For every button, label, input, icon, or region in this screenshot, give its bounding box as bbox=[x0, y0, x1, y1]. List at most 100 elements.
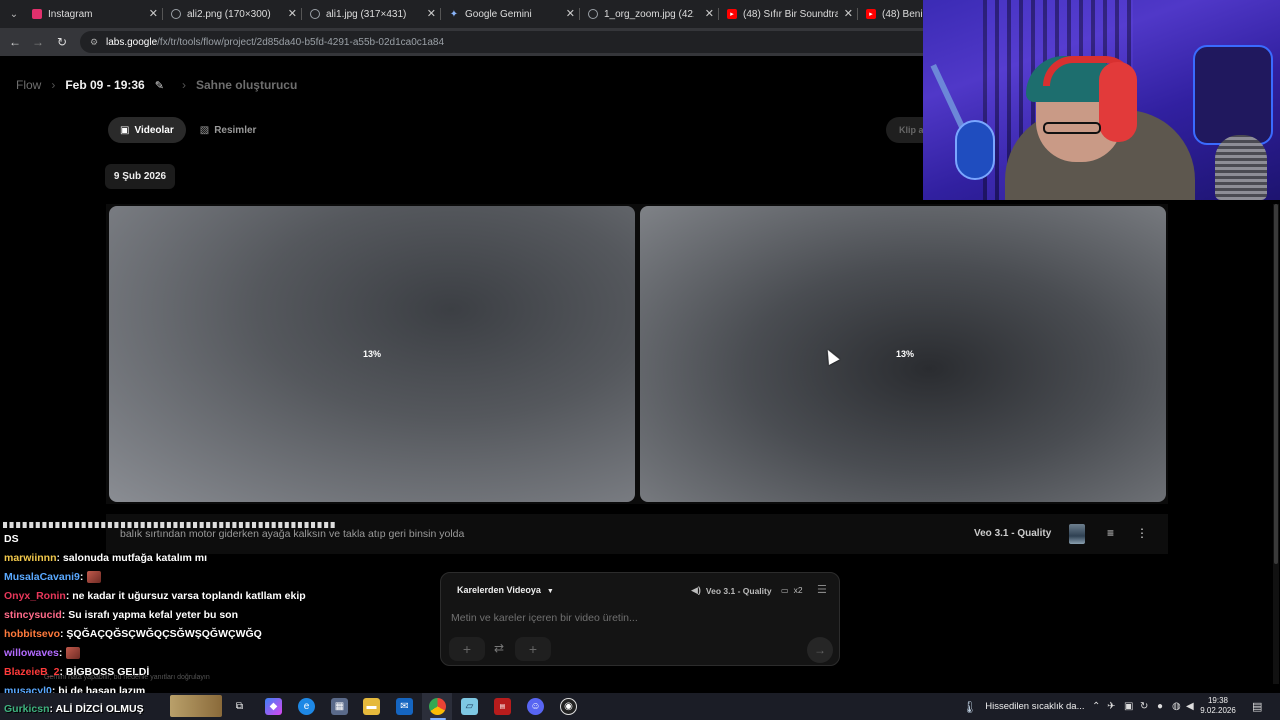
tab-youtube-soundtrack[interactable]: ▸ (48) Sıfır Bir Soundtrack - ✕ bbox=[719, 0, 857, 28]
globe-icon bbox=[588, 9, 598, 19]
send-button[interactable]: → bbox=[807, 637, 833, 663]
caret-down-icon: ▼ bbox=[546, 588, 554, 595]
project-title[interactable]: Feb 09 - 19:36 bbox=[65, 78, 144, 92]
tab-title: ali1.jpg (317×431) bbox=[326, 8, 407, 20]
task-view-icon[interactable]: ⧉ bbox=[231, 698, 248, 715]
breadcrumb: Flow › Feb 09 - 19:36 ✎ › Sahne oluşturu… bbox=[16, 78, 297, 92]
chat-message: Onyx_Ronin : ne kadar it uğursuz varsa t… bbox=[4, 590, 306, 602]
close-tab-icon[interactable]: ✕ bbox=[149, 7, 158, 20]
chat-username: DS bbox=[4, 533, 19, 545]
notes-icon[interactable]: ▱ bbox=[461, 698, 478, 715]
microphone-tray-icon[interactable]: ● bbox=[1157, 701, 1163, 712]
prompt-input[interactable] bbox=[451, 609, 821, 627]
scrollbar-thumb[interactable] bbox=[1274, 204, 1278, 564]
breadcrumb-scene-builder[interactable]: Sahne oluşturucu bbox=[196, 78, 297, 92]
swap-frames-icon[interactable]: ⇄ bbox=[494, 641, 504, 655]
close-tab-icon[interactable]: ✕ bbox=[427, 7, 436, 20]
chat-text: : bbox=[79, 571, 84, 583]
mode-dropdown[interactable]: Karelerden Videoya ▼ bbox=[457, 585, 554, 595]
reference-frame-thumbnail[interactable] bbox=[1069, 524, 1085, 544]
voicemeeter-icon[interactable]: ▤ bbox=[494, 698, 511, 715]
tab-title: ali2.png (170×300) bbox=[187, 8, 271, 20]
progress-percent: 13% bbox=[895, 349, 914, 359]
close-tab-icon[interactable]: ✕ bbox=[705, 7, 714, 20]
tab-instagram[interactable]: Instagram ✕ bbox=[24, 0, 162, 28]
chat-username: Onyx_Ronin bbox=[4, 590, 66, 602]
tab-org-zoom[interactable]: 1_org_zoom.jpg (421×63 ✕ bbox=[580, 0, 718, 28]
reload-icon[interactable]: ↻ bbox=[53, 33, 71, 51]
chat-message: Gurkicsn: ALİ DİZCİ OLMUŞ bbox=[4, 703, 144, 715]
discord-icon[interactable]: ☺ bbox=[527, 698, 544, 715]
video-tile-1[interactable]: 13% bbox=[109, 206, 635, 502]
tab-ali2[interactable]: ali2.png (170×300) ✕ bbox=[163, 0, 301, 28]
model-selector[interactable]: ◀) Veo 3.1 - Quality bbox=[691, 585, 772, 596]
speaker-icon: ◀) bbox=[691, 585, 701, 595]
chevron-right-icon: › bbox=[181, 78, 186, 92]
tab-title: 1_org_zoom.jpg (421×63 bbox=[604, 8, 694, 20]
add-first-frame-button[interactable]: + bbox=[449, 637, 485, 661]
reuse-prompt-icon[interactable]: ≡ bbox=[1107, 526, 1114, 540]
url-host: labs.google bbox=[106, 36, 158, 48]
notification-icon[interactable]: ▤ bbox=[1252, 700, 1262, 713]
steam-icon[interactable]: ✈ bbox=[1107, 701, 1115, 712]
start-area-thumbnail[interactable] bbox=[170, 695, 222, 717]
windows-taskbar: Gurkicsn: ALİ DİZCİ OLMUŞ ⧉ ◆ e ▦ ▬ ✉ ▱ … bbox=[0, 693, 1280, 720]
copilot-icon[interactable]: ◆ bbox=[265, 698, 282, 715]
breadcrumb-flow-link[interactable]: Flow bbox=[16, 78, 41, 92]
weather-text: Hissedilen sıcaklık da... bbox=[985, 701, 1085, 712]
chevron-up-icon[interactable]: ⌃ bbox=[1092, 701, 1100, 712]
close-tab-icon[interactable]: ✕ bbox=[566, 7, 575, 20]
network-icon[interactable]: ◍ bbox=[1172, 701, 1181, 712]
weather-widget[interactable]: 🌡 Hissedilen sıcaklık da... bbox=[962, 693, 1085, 720]
tab-images-label: Resimler bbox=[214, 124, 257, 136]
settings-tune-icon[interactable]: ☰ bbox=[817, 583, 827, 596]
progress-percent: 13% bbox=[362, 349, 381, 359]
stream-chat-overlay: ▮▮▮▮▮▮▮▮▮▮▮▮▮▮▮▮▮▮▮▮▮▮▮▮▮▮▮▮▮▮▮▮▮▮▮▮▮▮▮▮… bbox=[0, 519, 380, 699]
glasses bbox=[1043, 122, 1101, 134]
chat-text: : salonuda mutfağa katalım mı bbox=[56, 552, 208, 564]
prompt-composer: Karelerden Videoya ▼ ◀) Veo 3.1 - Quality… bbox=[440, 572, 840, 666]
mode-dropdown-label: Karelerden Videoya bbox=[457, 585, 541, 595]
site-info-icon[interactable]: ⚙ bbox=[88, 36, 100, 48]
chat-message: willowaves : bbox=[4, 647, 81, 659]
output-count-selector[interactable]: ▭ x2 bbox=[781, 585, 803, 595]
mail-icon[interactable]: ✉ bbox=[396, 698, 413, 715]
edit-pencil-icon[interactable]: ✎ bbox=[155, 79, 164, 92]
volume-icon[interactable]: ◀ bbox=[1186, 701, 1194, 712]
gaming-chair bbox=[1193, 45, 1273, 145]
forward-arrow-icon[interactable]: → bbox=[29, 33, 47, 51]
obs-icon[interactable]: ◉ bbox=[560, 698, 577, 715]
store-icon[interactable]: ▦ bbox=[331, 698, 348, 715]
chat-text: : bbox=[58, 647, 63, 659]
model-selector-label: Veo 3.1 - Quality bbox=[705, 585, 772, 596]
scrollbar[interactable] bbox=[1273, 204, 1279, 684]
clock[interactable]: 19:38 9.02.2026 bbox=[1198, 696, 1238, 716]
instagram-icon bbox=[32, 9, 42, 19]
tray-sync-icon[interactable]: ↻ bbox=[1140, 701, 1148, 712]
tray-app-icon[interactable]: ▣ bbox=[1124, 701, 1133, 712]
chat-message: DS bbox=[4, 533, 19, 545]
tab-ali1[interactable]: ali1.jpg (317×431) ✕ bbox=[302, 0, 440, 28]
tab-videos-label: Videolar bbox=[134, 124, 174, 136]
chat-username: willowaves bbox=[4, 647, 59, 659]
tab-youtube-benim[interactable]: ▸ (48) Benim v bbox=[858, 0, 924, 28]
tab-gemini[interactable]: ✦ Google Gemini ✕ bbox=[441, 0, 579, 28]
output-count-label: x2 bbox=[793, 585, 803, 595]
tab-search-chevron-icon[interactable]: ⌄ bbox=[4, 4, 24, 24]
tab-images[interactable]: ▧ Resimler bbox=[188, 117, 269, 143]
close-tab-icon[interactable]: ✕ bbox=[288, 7, 297, 20]
tab-title: (48) Sıfır Bir Soundtrack - bbox=[743, 8, 838, 20]
video-tile-2[interactable]: 13% bbox=[640, 206, 1166, 502]
add-last-frame-button[interactable]: + bbox=[515, 637, 551, 661]
tab-videos[interactable]: ▣ Videolar bbox=[108, 117, 186, 143]
edge-icon[interactable]: e bbox=[298, 698, 315, 715]
back-arrow-icon[interactable]: ← bbox=[6, 33, 24, 51]
address-bar[interactable]: ⚙ labs.google /fx/tr/tools/flow/project/… bbox=[80, 31, 960, 53]
guitar-body bbox=[955, 120, 995, 180]
close-tab-icon[interactable]: ✕ bbox=[844, 7, 853, 20]
youtube-icon: ▸ bbox=[727, 9, 737, 19]
file-explorer-icon[interactable]: ▬ bbox=[363, 698, 380, 715]
more-vert-icon[interactable]: ⋮ bbox=[1136, 526, 1148, 540]
chat-text: : ŞQĞAÇQĞSÇWĞQÇSĞWŞQĞWÇWĞQ bbox=[60, 628, 262, 640]
chrome-icon[interactable] bbox=[429, 698, 446, 715]
